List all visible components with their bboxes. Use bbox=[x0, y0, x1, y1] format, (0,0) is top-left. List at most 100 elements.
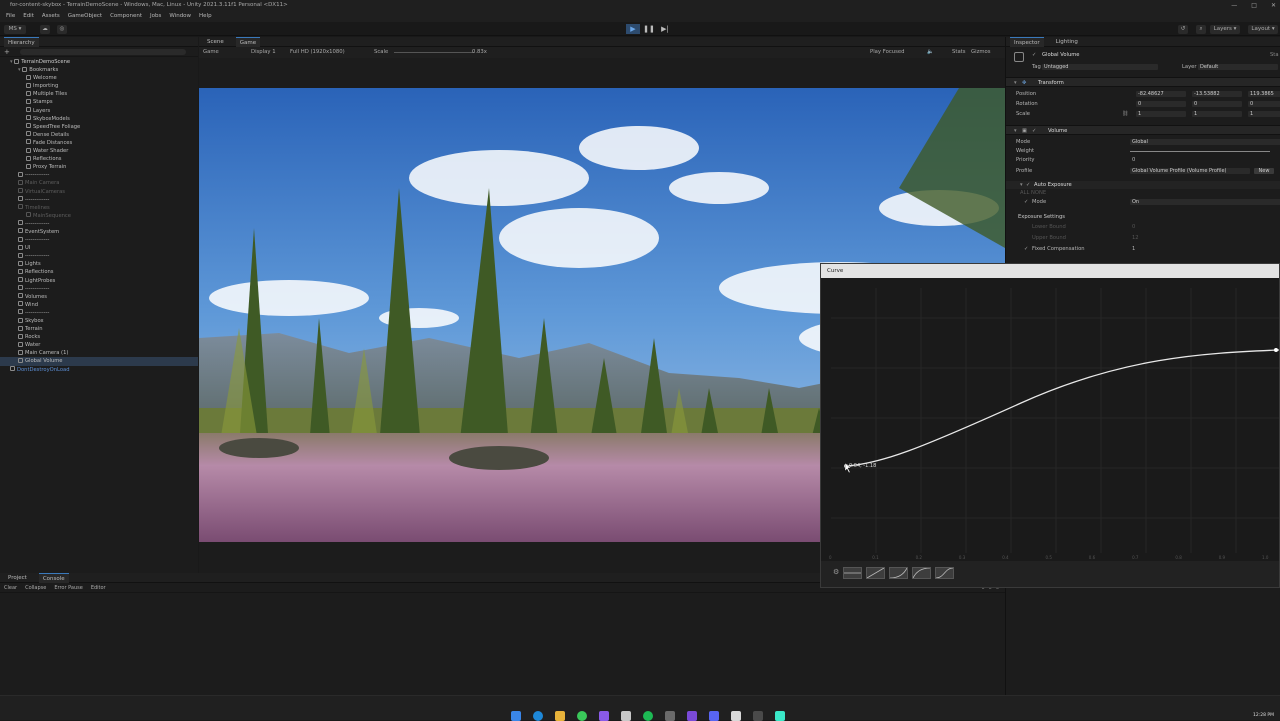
hierarchy-item[interactable]: DontDestroyOnLoad bbox=[0, 366, 198, 374]
position-z[interactable]: 119.3865 bbox=[1248, 91, 1280, 97]
pause-button[interactable]: ❚❚ bbox=[642, 24, 656, 34]
step-button[interactable]: ▶| bbox=[658, 24, 672, 34]
account-button[interactable]: MS ▾ bbox=[4, 25, 26, 34]
active-checkbox[interactable]: ✓ bbox=[1032, 51, 1036, 59]
hierarchy-item[interactable]: ------------- bbox=[0, 309, 198, 317]
collab-icon[interactable]: ◎ bbox=[57, 25, 67, 34]
hierarchy-item[interactable]: ------------- bbox=[0, 220, 198, 228]
hierarchy-item[interactable]: ------------- bbox=[0, 285, 198, 293]
all-none-toggles[interactable]: ALL NONE bbox=[1020, 189, 1046, 197]
hierarchy-item[interactable]: Skybox bbox=[0, 317, 198, 325]
search-icon[interactable]: ⌕ bbox=[1196, 25, 1206, 34]
link-icon[interactable]: ⛓ bbox=[1122, 110, 1129, 118]
hierarchy-item[interactable]: Main Camera bbox=[0, 179, 198, 187]
collapse-button[interactable]: Collapse bbox=[25, 583, 46, 592]
error-pause-button[interactable]: Error Pause bbox=[54, 583, 82, 592]
hierarchy-item[interactable]: Volumes bbox=[0, 293, 198, 301]
curve-key-point[interactable] bbox=[1274, 348, 1278, 352]
play-focused-dropdown[interactable]: Play Focused bbox=[870, 47, 904, 58]
taskbar-clock[interactable]: 12:28 PM bbox=[1253, 713, 1274, 718]
preset-flat[interactable] bbox=[843, 567, 862, 579]
new-profile-button[interactable]: New bbox=[1254, 168, 1274, 174]
maximize-button[interactable]: □ bbox=[1251, 0, 1257, 11]
rotation-z[interactable]: 0 bbox=[1248, 101, 1280, 107]
layers-dropdown[interactable]: Layers ▾ bbox=[1210, 25, 1240, 34]
fixed-comp-value[interactable]: 1 bbox=[1132, 245, 1135, 253]
position-x[interactable]: -82.48627 bbox=[1136, 91, 1186, 97]
tag-dropdown[interactable]: Untagged bbox=[1042, 64, 1158, 70]
preset-gear-icon[interactable]: ⚙ bbox=[833, 568, 839, 576]
hierarchy-item[interactable]: UI bbox=[0, 244, 198, 252]
volume-header[interactable]: ▾ ▣ ✓ Volume bbox=[1006, 125, 1280, 135]
exposure-mode-override[interactable]: ✓ bbox=[1024, 198, 1028, 206]
menu-gameobject[interactable]: GameObject bbox=[68, 11, 102, 22]
hierarchy-item[interactable]: Fade Distances bbox=[0, 139, 198, 147]
tab-lighting[interactable]: Lighting bbox=[1052, 37, 1082, 47]
tab-console[interactable]: Console bbox=[38, 572, 69, 583]
hierarchy-item[interactable]: SpeedTree Foliage bbox=[0, 123, 198, 131]
preset-ease-in-out[interactable] bbox=[935, 567, 954, 579]
auto-exposure-checkbox[interactable]: ✓ bbox=[1026, 181, 1030, 189]
add-icon[interactable]: + bbox=[4, 47, 10, 57]
hierarchy-item[interactable]: Timelines bbox=[0, 204, 198, 212]
hierarchy-item[interactable]: ------------- bbox=[0, 252, 198, 260]
hierarchy-item[interactable]: Rocks bbox=[0, 333, 198, 341]
layer-dropdown[interactable]: Default bbox=[1198, 64, 1278, 70]
menu-component[interactable]: Component bbox=[110, 11, 142, 22]
curve-editor-window[interactable]: Curve 0 0.1 0.2 0.3 0.4 0.5 0.6 0.7 0.8 0.9 1.0 0.… bbox=[820, 263, 1280, 588]
preset-ease-out[interactable] bbox=[912, 567, 931, 579]
tab-hierarchy[interactable]: Hierarchy bbox=[4, 36, 39, 47]
gizmos-button[interactable]: Gizmos bbox=[971, 47, 991, 58]
hierarchy-item[interactable]: Water Shader bbox=[0, 147, 198, 155]
volume-mode-dropdown[interactable]: Global bbox=[1130, 139, 1280, 145]
menu-file[interactable]: File bbox=[6, 11, 15, 22]
minimize-button[interactable]: — bbox=[1231, 0, 1237, 11]
scale-x[interactable]: 1 bbox=[1136, 111, 1186, 117]
hierarchy-search-input[interactable]: + bbox=[0, 47, 198, 57]
hierarchy-item[interactable]: ▾ Bookmarks bbox=[0, 66, 198, 74]
lower-bound-value[interactable]: 0 bbox=[1132, 223, 1135, 231]
curve-graph[interactable]: 0 0.1 0.2 0.3 0.4 0.5 0.6 0.7 0.8 0.9 1.0 0.04, -1… bbox=[821, 278, 1279, 563]
hierarchy-item[interactable]: ------------- bbox=[0, 196, 198, 204]
hierarchy-item[interactable]: Multiple Tiles bbox=[0, 90, 198, 98]
hierarchy-item[interactable]: Lights bbox=[0, 260, 198, 268]
hierarchy-item[interactable]: Layers bbox=[0, 107, 198, 115]
hierarchy-item[interactable]: ------------- bbox=[0, 171, 198, 179]
clear-button[interactable]: Clear bbox=[4, 583, 17, 592]
layout-dropdown[interactable]: Layout ▾ bbox=[1248, 25, 1278, 34]
static-toggle[interactable]: Sta bbox=[1270, 51, 1279, 59]
hierarchy-item[interactable]: SkyboxModels bbox=[0, 115, 198, 123]
hierarchy-item[interactable]: Wind bbox=[0, 301, 198, 309]
scale-slider[interactable] bbox=[394, 52, 474, 53]
hierarchy-item[interactable]: EventSystem bbox=[0, 228, 198, 236]
tab-inspector[interactable]: Inspector bbox=[1010, 36, 1044, 47]
tab-game[interactable]: Game bbox=[235, 36, 261, 47]
hierarchy-item[interactable]: Terrain bbox=[0, 325, 198, 333]
hierarchy-item[interactable]: Reflections bbox=[0, 268, 198, 276]
preset-linear[interactable] bbox=[866, 567, 885, 579]
curve-window-titlebar[interactable]: Curve bbox=[821, 264, 1279, 278]
curve-line[interactable] bbox=[845, 349, 1279, 467]
search-field[interactable] bbox=[20, 49, 186, 55]
hierarchy-item[interactable]: LightProbes bbox=[0, 277, 198, 285]
exposure-mode-dropdown[interactable]: On bbox=[1130, 199, 1280, 205]
hierarchy-item[interactable]: Welcome bbox=[0, 74, 198, 82]
tab-project[interactable]: Project bbox=[4, 573, 31, 583]
hierarchy-item[interactable]: ▾ TerrainDemoScene bbox=[0, 58, 198, 66]
menu-assets[interactable]: Assets bbox=[42, 11, 60, 22]
menu-jobs[interactable]: Jobs bbox=[150, 11, 161, 22]
weight-slider[interactable] bbox=[1130, 151, 1270, 152]
hierarchy-item[interactable]: Stamps bbox=[0, 98, 198, 106]
volume-enabled-checkbox[interactable]: ✓ bbox=[1032, 126, 1036, 136]
close-button[interactable]: ✕ bbox=[1271, 0, 1276, 11]
volume-profile-field[interactable]: Global Volume Profile (Volume Profile) bbox=[1130, 168, 1250, 174]
play-button[interactable]: ▶ bbox=[626, 24, 640, 34]
hierarchy-item[interactable]: Proxy Terrain bbox=[0, 163, 198, 171]
hierarchy-item[interactable]: ------------- bbox=[0, 236, 198, 244]
hierarchy-item[interactable]: MainSequence bbox=[0, 212, 198, 220]
rotation-y[interactable]: 0 bbox=[1192, 101, 1242, 107]
hierarchy-item[interactable]: Reflections bbox=[0, 155, 198, 163]
hierarchy-item[interactable]: VirtualCameras bbox=[0, 188, 198, 196]
resolution-dropdown[interactable]: Full HD (1920x1080) bbox=[290, 47, 345, 58]
tab-scene[interactable]: Scene bbox=[203, 37, 228, 47]
